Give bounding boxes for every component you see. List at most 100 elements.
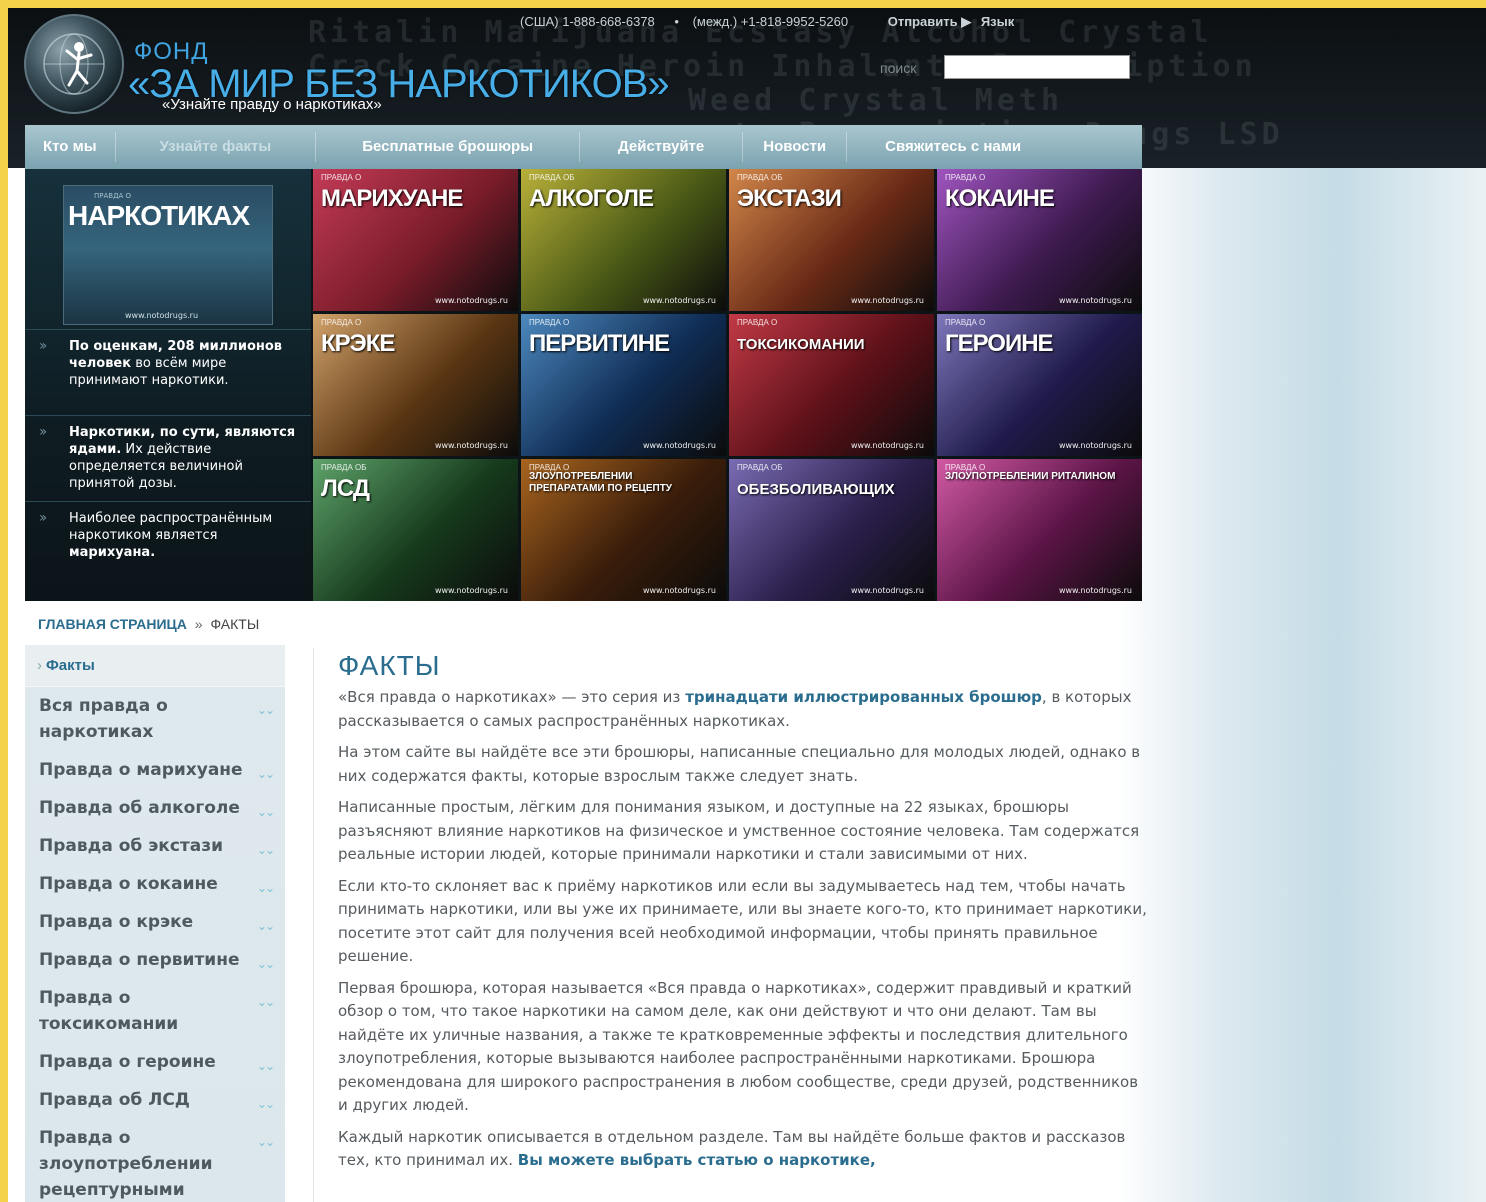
- brochure-tile[interactable]: Правда об ЭКСТАЗИ www.notodrugs.ru: [729, 169, 934, 311]
- tile-kicker: Правда об: [321, 463, 367, 472]
- main-content: «Вся правда о наркотиках» — это серия из…: [338, 686, 1148, 1181]
- tile-title: ЭКСТАЗИ: [737, 185, 842, 212]
- sidebar-item[interactable]: Правда о героине ⌄⌄: [25, 1043, 285, 1081]
- brochure-tile[interactable]: Правда об АЛКОГОЛЕ www.notodrugs.ru: [521, 169, 726, 311]
- double-chevron-icon: ››: [39, 510, 47, 526]
- breadcrumb-separator: »: [194, 616, 203, 632]
- brochure-tile[interactable]: Правда об ЛСД www.notodrugs.ru: [313, 459, 518, 601]
- brochure-banner: ПРАВДА О НАРКОТИКАХ www.notodrugs.ru ›› …: [25, 169, 1142, 601]
- logo-globe-icon[interactable]: [24, 14, 124, 114]
- search-input[interactable]: [944, 55, 1130, 79]
- language-link[interactable]: Язык: [981, 14, 1014, 29]
- chevron-down-icon: ⌄⌄: [256, 1059, 275, 1073]
- tile-title: ТОКСИКОМАНИИ: [737, 336, 865, 353]
- divider: [313, 648, 314, 1202]
- tile-kicker: Правда об: [737, 463, 783, 472]
- tile-kicker: Правда о: [737, 318, 778, 327]
- brand-tagline: «Узнайте правду о наркотиках»: [162, 96, 382, 113]
- brochure-tile[interactable]: Правда о ГЕРОИНЕ www.notodrugs.ru: [937, 314, 1142, 456]
- chevron-down-icon: ⌄⌄: [256, 703, 275, 717]
- feature-url: www.notodrugs.ru: [125, 311, 199, 320]
- chevron-down-icon: ⌄⌄: [256, 881, 275, 895]
- brochure-grid: Правда о МАРИХУАНЕ www.notodrugs.ru Правда …: [313, 169, 1142, 601]
- paragraph: Если кто-то склоняет вас к приёму наркот…: [338, 876, 1147, 966]
- page-title: ФАКТЫ: [338, 650, 441, 681]
- tile-title: АЛКОГОЛЕ: [529, 185, 654, 212]
- nav-item-facts[interactable]: Узнайте факты: [116, 132, 317, 162]
- nav-item-news[interactable]: Новости: [743, 132, 848, 162]
- tile-title: КРЭКЕ: [321, 330, 395, 357]
- cover-kicker: ПРАВДА О: [94, 192, 132, 200]
- tile-url: www.notodrugs.ru: [434, 441, 508, 450]
- sidebar-item[interactable]: Правда о крэке ⌄⌄: [25, 903, 285, 941]
- brochure-tile[interactable]: Правда о ЗЛОУПОТРЕБЛЕНИИ РИТАЛИНОМ www.not…: [937, 459, 1142, 601]
- paragraph: Написанные простым, лёгким для понимания…: [338, 798, 1140, 863]
- send-link[interactable]: Отправить ▶: [888, 14, 971, 29]
- breadcrumb-current: ФАКТЫ: [210, 616, 260, 632]
- tile-title: ГЕРОИНЕ: [945, 330, 1054, 357]
- tile-url: www.notodrugs.ru: [1058, 441, 1132, 450]
- nav-item-contact[interactable]: Свяжитесь с нами: [847, 132, 1059, 162]
- chevron-down-icon: ⌄⌄: [256, 995, 275, 1009]
- tile-title: КОКАИНЕ: [945, 185, 1055, 212]
- highlight-link[interactable]: тринадцати иллюстрированных брошюр: [685, 688, 1042, 706]
- sidebar-item[interactable]: Вся правда о наркотиках ⌄⌄: [25, 687, 285, 751]
- sidebar-item[interactable]: Правда об ЛСД ⌄⌄: [25, 1081, 285, 1119]
- sidebar-item[interactable]: Правда о злоупотреблении рецептурными ⌄⌄: [25, 1119, 285, 1202]
- brochure-tile[interactable]: Правда об ОБЕЗБОЛИВАЮЩИХ www.notodrugs.ru: [729, 459, 934, 601]
- sidebar-item[interactable]: Правда о первитине ⌄⌄: [25, 941, 285, 979]
- sidebar: › Факты Вся правда о наркотиках ⌄⌄ Правда о…: [25, 645, 285, 1202]
- phone-intl: (межд.) +1-818-9952-5260: [692, 14, 849, 29]
- sidebar-item[interactable]: Правда об алкоголе ⌄⌄: [25, 789, 285, 827]
- tile-url: www.notodrugs.ru: [434, 586, 508, 595]
- logo-figure-icon: [43, 33, 105, 95]
- nav-item-about[interactable]: Кто мы: [25, 132, 116, 162]
- tile-url: www.notodrugs.ru: [1058, 586, 1132, 595]
- fact-item: ›› Наиболее распространённым наркотиком …: [25, 501, 311, 601]
- chevron-down-icon: ⌄⌄: [256, 805, 275, 819]
- tile-kicker: Правда о: [321, 318, 362, 327]
- brochure-tile[interactable]: Правда о МАРИХУАНЕ www.notodrugs.ru: [313, 169, 518, 311]
- feature-panel: ПРАВДА О НАРКОТИКАХ www.notodrugs.ru ›› …: [25, 169, 311, 601]
- nav-item-act[interactable]: Действуйте: [580, 132, 744, 162]
- sidebar-item[interactable]: Правда об экстази ⌄⌄: [25, 827, 285, 865]
- main-nav: Кто мы Узнайте факты Бесплатные брошюры …: [25, 125, 1142, 169]
- sidebar-item[interactable]: Правда о кокаине ⌄⌄: [25, 865, 285, 903]
- fact-item: ›› Наркотики, по сути, являются ядами. И…: [25, 415, 311, 501]
- tile-title: ЗЛОУПОТРЕБЛЕНИИ ПРЕПАРАТАМИ ПО РЕЦЕПТУ: [529, 471, 673, 494]
- search-label: поиск: [880, 60, 917, 76]
- chevron-down-icon: ⌄⌄: [256, 919, 275, 933]
- tile-title: ПЕРВИТИНЕ: [529, 330, 670, 357]
- nav-item-brochures[interactable]: Бесплатные брошюры: [316, 132, 581, 162]
- feature-brochure-cover[interactable]: ПРАВДА О НАРКОТИКАХ: [63, 185, 273, 325]
- sidebar-item[interactable]: Правда о токсикомании ⌄⌄: [25, 979, 285, 1043]
- double-chevron-icon: ››: [39, 424, 47, 440]
- brochure-tile[interactable]: Правда о ПЕРВИТИНЕ www.notodrugs.ru: [521, 314, 726, 456]
- cover-title: НАРКОТИКАХ: [68, 200, 250, 231]
- brochure-tile[interactable]: Правда о ЗЛОУПОТРЕБЛЕНИИ ПРЕПАРАТАМИ ПО Р…: [521, 459, 726, 601]
- paragraph: «Вся правда о наркотиках» — это серия из…: [338, 688, 1132, 730]
- breadcrumb-home[interactable]: ГЛАВНАЯ СТРАНИЦА: [38, 616, 187, 632]
- chevron-down-icon: ⌄⌄: [256, 957, 275, 971]
- paragraph: Каждый наркотик описывается в отдельном …: [338, 1127, 1126, 1170]
- sidebar-item[interactable]: Правда о марихуане ⌄⌄: [25, 751, 285, 789]
- breadcrumb: ГЛАВНАЯ СТРАНИЦА » ФАКТЫ: [38, 616, 259, 632]
- paragraph: Первая брошюра, которая называется «Вся …: [338, 978, 1139, 1115]
- brochure-tile[interactable]: Правда о ТОКСИКОМАНИИ www.notodrugs.ru: [729, 314, 934, 456]
- tile-title: ЛСД: [321, 475, 370, 502]
- sidebar-head[interactable]: › Факты: [25, 645, 285, 687]
- tile-title: ЗЛОУПОТРЕБЛЕНИИ РИТАЛИНОМ: [945, 471, 1116, 482]
- highlight-link[interactable]: Вы можете выбрать статью о наркотике,: [518, 1151, 876, 1169]
- page-frame: Ritalin Marijuana Ecstasy Alcohol Crysta…: [8, 8, 1486, 1202]
- chevron-down-icon: ⌄⌄: [256, 1135, 275, 1149]
- brochure-tile[interactable]: Правда о КОКАИНЕ www.notodrugs.ru: [937, 169, 1142, 311]
- tile-kicker: Правда об: [529, 173, 575, 182]
- tile-kicker: Правда о: [945, 318, 986, 327]
- chevron-down-icon: ⌄⌄: [256, 843, 275, 857]
- tile-url: www.notodrugs.ru: [850, 296, 924, 305]
- brochure-tile[interactable]: Правда о КРЭКЕ www.notodrugs.ru: [313, 314, 518, 456]
- paragraph: На этом сайте вы найдёте все эти брошюры…: [338, 743, 1141, 785]
- sidebar-list: Вся правда о наркотиках ⌄⌄ Правда о мариху…: [25, 687, 285, 1202]
- double-chevron-icon: ››: [39, 338, 47, 354]
- chevron-down-icon: ⌄⌄: [256, 767, 275, 781]
